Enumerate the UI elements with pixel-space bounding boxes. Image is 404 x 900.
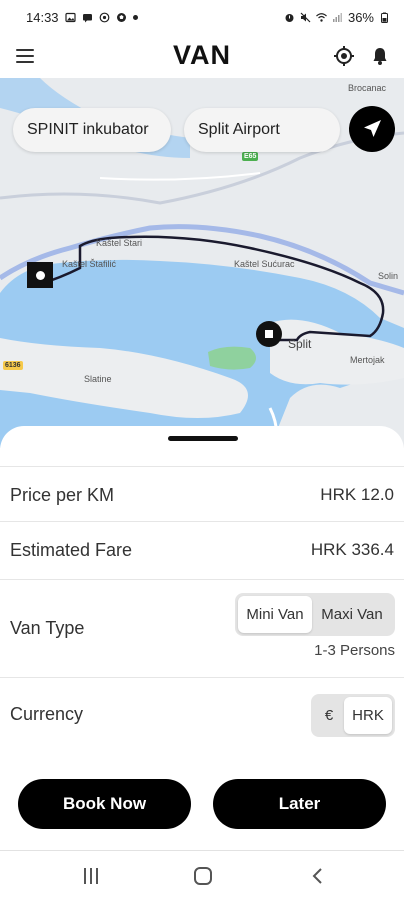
currency-option-eur[interactable]: €	[314, 697, 344, 734]
gallery-icon	[64, 12, 76, 22]
destination-field[interactable]: Split Airport	[184, 108, 340, 152]
map-label-kastel-stari: Kaštel Stari	[96, 238, 143, 248]
booking-sheet: Price per KM HRK 12.0 Estimated Fare HRK…	[0, 426, 404, 850]
system-nav-bar	[0, 850, 404, 900]
home-icon[interactable]	[194, 867, 212, 885]
estimated-fare-value: HRK 336.4	[310, 540, 394, 559]
destination-marker-icon	[256, 321, 282, 347]
book-now-button[interactable]: Book Now	[18, 779, 191, 829]
price-per-km-value: HRK 12.0	[320, 485, 394, 504]
destination-text: Split Airport	[198, 121, 280, 138]
van-type-label: Van Type	[10, 618, 85, 638]
van-option-mini[interactable]: Mini Van	[238, 596, 312, 633]
later-button[interactable]: Later	[213, 779, 386, 829]
map-label-kastel-sucurac: Kaštel Sućurac	[234, 259, 295, 269]
persons-capacity: 1-3 Persons	[314, 642, 395, 659]
crosshair-icon[interactable]	[333, 45, 355, 67]
pickup-location-text: SPINIT inkubator	[27, 121, 149, 138]
alarm-icon	[285, 13, 294, 22]
route-map[interactable]: Brocanac Kaštel Stari Kaštel Štafilić Ka…	[0, 78, 404, 448]
message-icon	[82, 13, 92, 22]
pickup-location-field[interactable]: SPINIT inkubator	[13, 108, 171, 152]
road-badge-e65: E65	[242, 152, 259, 161]
notification-dot	[132, 14, 138, 20]
battery-percent: 36%	[347, 9, 374, 25]
currency-row: Currency € HRK	[0, 678, 404, 756]
van-type-row: Van Type Mini Van Maxi Van 1-3 Persons	[0, 580, 404, 678]
mute-icon	[300, 12, 311, 22]
back-icon[interactable]	[308, 866, 328, 886]
navigate-button[interactable]	[349, 106, 395, 152]
map-label-solin: Solin	[378, 271, 399, 281]
status-bar: 14:33 36%	[0, 0, 404, 34]
map-label-mertojak: Mertojak	[350, 355, 385, 365]
drag-handle[interactable]	[168, 436, 238, 441]
signal-icon	[332, 12, 342, 22]
price-per-km-row: Price per KM HRK 12.0	[0, 466, 404, 522]
van-type-selector: Mini Van Maxi Van	[235, 593, 395, 636]
navigation-arrow-icon	[364, 120, 381, 137]
map-label-kastel-stafilic: Kaštel Štafilić	[62, 259, 117, 269]
estimated-fare-row: Estimated Fare HRK 336.4	[0, 522, 404, 580]
battery-icon	[381, 12, 388, 23]
road-badge-6136: 6136	[3, 361, 23, 370]
map-label-slatine: Slatine	[84, 374, 112, 384]
whatsapp-icon	[99, 12, 109, 22]
status-time: 14:33	[26, 9, 59, 25]
recent-apps-icon[interactable]	[82, 868, 100, 884]
wifi-icon	[316, 12, 327, 22]
van-option-maxi[interactable]: Maxi Van	[312, 596, 392, 633]
app-bar: VAN	[0, 34, 404, 78]
origin-marker-icon	[27, 262, 53, 288]
soccer-icon	[116, 12, 126, 22]
currency-selector: € HRK	[311, 694, 395, 737]
price-per-km-label: Price per KM	[10, 485, 115, 505]
map-label-split: Split	[288, 337, 312, 351]
bell-icon[interactable]	[369, 45, 391, 67]
currency-label: Currency	[10, 704, 84, 724]
currency-option-hrk[interactable]: HRK	[344, 697, 392, 734]
estimated-fare-label: Estimated Fare	[10, 540, 133, 560]
map-label-brocanac: Brocanac	[348, 83, 387, 93]
